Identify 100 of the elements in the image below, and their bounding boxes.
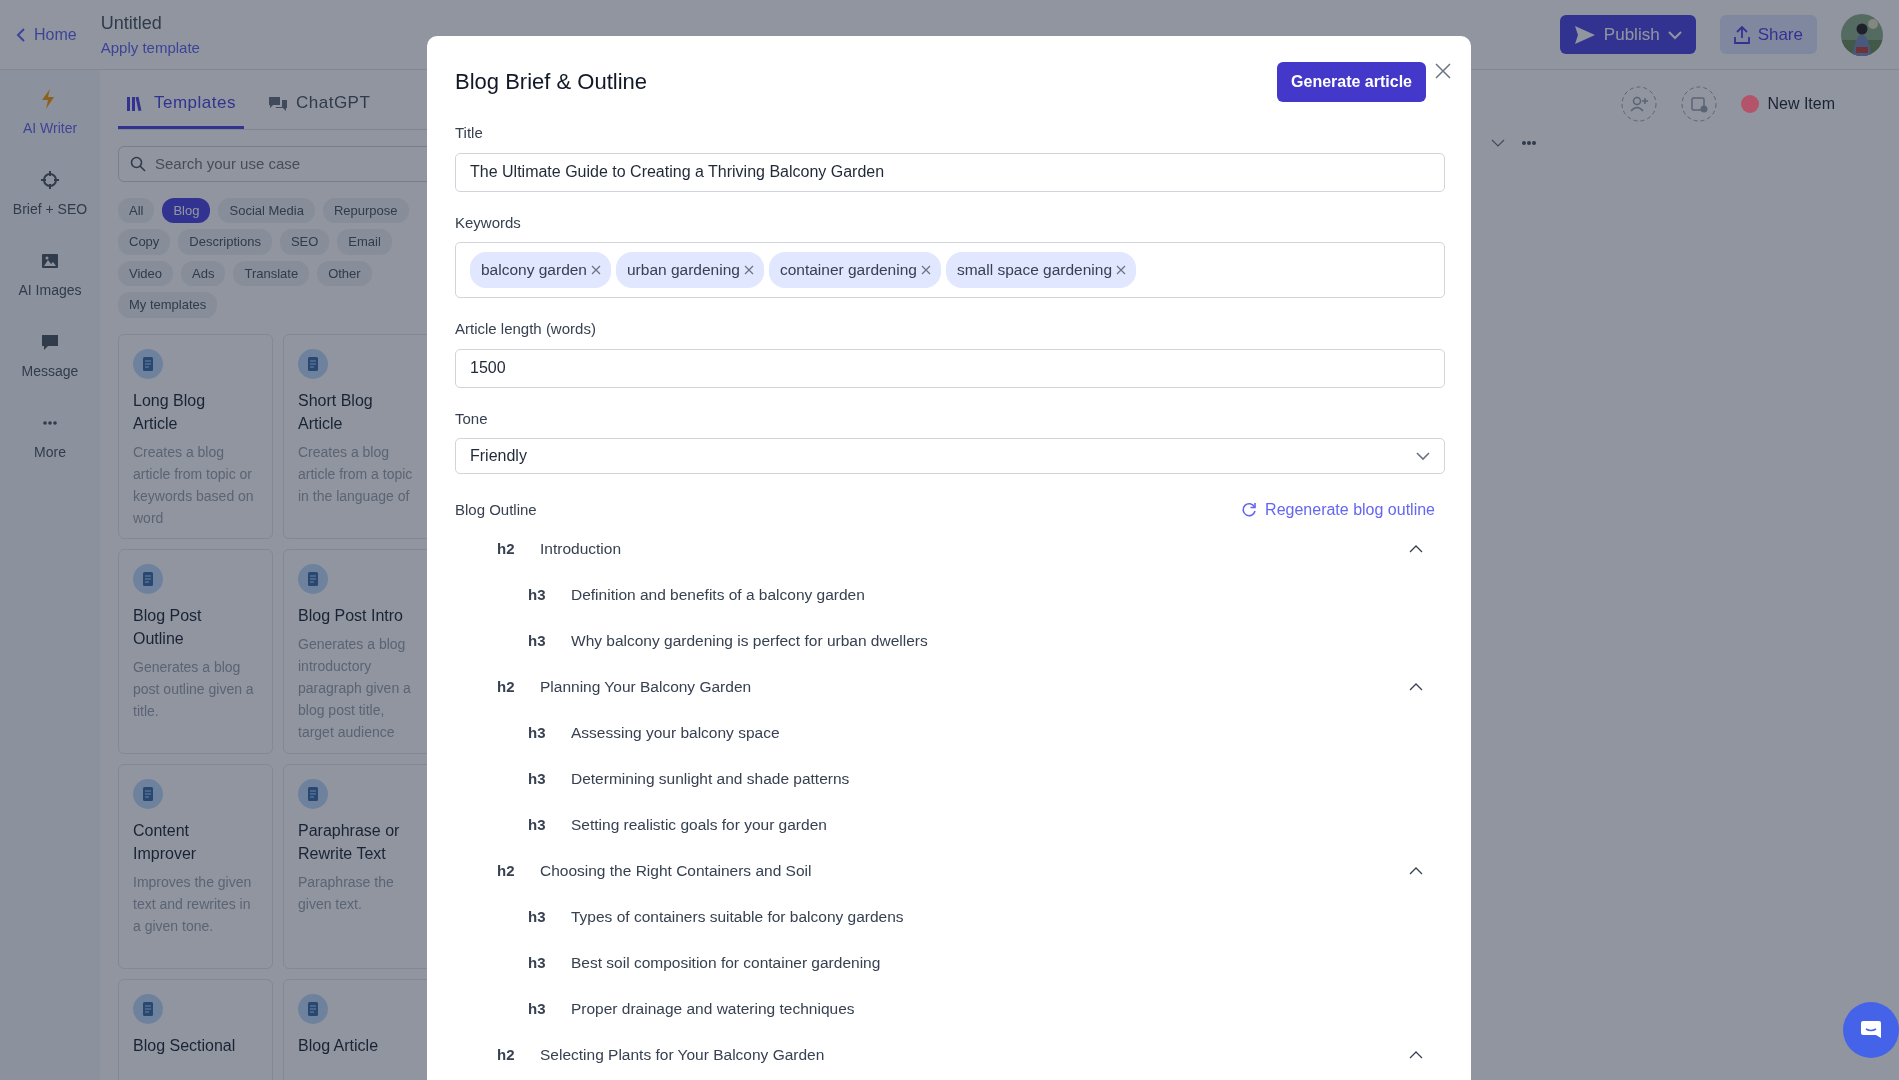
outline-item[interactable]: h3 Assessing your balcony space (455, 710, 1445, 756)
filter-chip[interactable]: Translate (233, 260, 310, 286)
sidebar-item[interactable]: Brief + SEO (0, 155, 100, 236)
filter-chip[interactable]: Social Media (218, 197, 315, 223)
document-icon (133, 778, 163, 809)
title-field[interactable]: The Ultimate Guide to Creating a Thriving Balcony Garden (455, 152, 1445, 192)
sidebar-item[interactable]: AI Writer (0, 74, 100, 155)
heading-text: Why balcony gardening is perfect for urban dwellers (571, 631, 929, 652)
chat-button[interactable] (1843, 1002, 1899, 1058)
document-icon (133, 563, 163, 594)
keyword-tag[interactable]: small space gardening (945, 252, 1137, 288)
heading-text: Selecting Plants for Your Balcony Garden (540, 1045, 826, 1066)
field-label: Title (455, 123, 484, 143)
generate-article-button[interactable]: Generate article (1277, 62, 1426, 102)
send-icon (1573, 24, 1596, 45)
filter-chip[interactable]: Repurpose (322, 197, 409, 223)
template-title: Long Blog Article (133, 390, 207, 434)
outline-label: Blog Outline (455, 499, 537, 520)
outline-item[interactable]: h3 Proper drainage and watering techniques (455, 986, 1445, 1032)
heading-level: h3 (528, 584, 547, 605)
outline-item[interactable]: h2 Introduction (455, 526, 1445, 572)
outline-item[interactable]: h3 Best soil composition for container gardening (455, 940, 1445, 986)
filter-chip[interactable]: All (118, 197, 155, 223)
outline-item[interactable]: h3 Setting realistic goals for your garden (455, 802, 1445, 848)
document-icon (133, 993, 163, 1024)
heading-level: h2 (497, 1044, 516, 1065)
heading-level: h2 (497, 676, 516, 697)
document-icon (298, 778, 328, 809)
outline-item[interactable]: h2 Planning Your Balcony Garden (455, 664, 1445, 710)
template-title: Short Blog Article (298, 390, 374, 434)
filter-chip[interactable]: Ads (181, 260, 226, 286)
tone-dropdown[interactable]: Friendly (455, 438, 1445, 474)
heading-level: h3 (528, 722, 547, 743)
outline-item[interactable]: h3 Determining sunlight and shade patterns (455, 756, 1445, 802)
remove-icon (743, 265, 754, 275)
outline-item[interactable]: h2 Choosing the Right Containers and Soil (455, 848, 1445, 894)
item-name: New Item (1767, 94, 1835, 114)
search-field[interactable]: Search your use case (118, 145, 428, 182)
outline-item[interactable]: h3 Why balcony gardening is perfect for urban dwellers (455, 618, 1445, 664)
share-button[interactable]: Share (1719, 14, 1817, 55)
search-icon (130, 155, 146, 172)
filter-chip[interactable]: Descriptions (178, 229, 272, 255)
filter-chip[interactable]: Other (317, 260, 372, 286)
document-icon (133, 348, 163, 379)
heading-text: Planning Your Balcony Garden (540, 677, 753, 698)
document-icon (298, 348, 328, 379)
outline-item[interactable]: h2 Selecting Plants for Your Balcony Garden (455, 1032, 1445, 1078)
add-user-icon (1621, 86, 1658, 122)
chevron-up-icon[interactable] (1409, 544, 1423, 554)
remove-icon (591, 265, 601, 275)
heading-text: Best soil composition for container gardening (571, 953, 882, 974)
field-label: Article length (words) (455, 319, 597, 339)
sidebar-item[interactable]: AI Images (0, 236, 100, 317)
tab[interactable]: ChatGPT (260, 82, 379, 129)
template-title: Blog Article (298, 1035, 380, 1056)
filter-chip[interactable]: Blog (162, 197, 211, 223)
template-card[interactable]: Blog Sectional (118, 978, 273, 1080)
keyword-tag[interactable]: balcony garden (470, 252, 611, 288)
close-icon (1433, 60, 1453, 81)
keywords-field[interactable]: balcony garden urban gardening container gardening small space gardening (455, 242, 1445, 298)
refresh-icon (1241, 502, 1258, 518)
chevron-up-icon[interactable] (1409, 682, 1423, 692)
dialog-title: Blog Brief & Outline (455, 68, 647, 96)
home-link[interactable]: Home (16, 22, 77, 47)
outline-item[interactable]: h3 Types of containers suitable for balcony gardens (455, 894, 1445, 940)
filter-chip[interactable]: Copy (118, 229, 171, 255)
filter-chip[interactable]: Email (337, 229, 392, 255)
heading-text: Introduction (540, 539, 622, 560)
heading-level: h3 (528, 906, 547, 927)
heading-level: h2 (497, 538, 516, 559)
length-field[interactable]: 1500 (455, 348, 1445, 388)
tab[interactable]: Templates (118, 82, 244, 129)
heading-text: Determining sunlight and shade patterns (571, 769, 851, 790)
heading-text: Proper drainage and watering techniques (571, 999, 856, 1020)
heading-text: Choosing the Right Containers and Soil (540, 861, 813, 882)
document-title: Untitled (100, 11, 163, 35)
regenerate-link[interactable]: Regenerate blog outline (1241, 498, 1435, 522)
back-chevron-icon (16, 26, 26, 43)
template-title: Blog Post Outline (133, 605, 203, 649)
more-icon (1521, 140, 1537, 146)
publish-button[interactable]: Publish (1559, 14, 1696, 55)
filter-chip[interactable]: My templates (118, 292, 218, 318)
filter-chip[interactable]: SEO (279, 229, 330, 255)
document-icon (298, 563, 328, 594)
filter-chip[interactable]: Video (118, 260, 173, 286)
outline-item[interactable]: h3 Definition and benefits of a balcony garden (455, 572, 1445, 618)
apply-template-link[interactable]: Apply template (100, 36, 200, 60)
template-title: Blog Post Intro (298, 605, 404, 626)
field-label: Keywords (455, 212, 522, 233)
remove-icon (920, 265, 931, 275)
heading-level: h3 (528, 814, 547, 835)
caret-icon (1667, 29, 1682, 40)
sidebar-item[interactable]: More (0, 398, 100, 479)
chevron-up-icon[interactable] (1409, 866, 1423, 876)
keyword-tag[interactable]: container gardening (768, 252, 941, 288)
keyword-tag[interactable]: urban gardening (616, 252, 764, 288)
chevron-up-icon[interactable] (1409, 1050, 1423, 1060)
heading-level: h2 (497, 860, 516, 881)
template-title: Paraphrase or Rewrite Text (298, 820, 401, 864)
sidebar-item[interactable]: Message (0, 317, 100, 398)
